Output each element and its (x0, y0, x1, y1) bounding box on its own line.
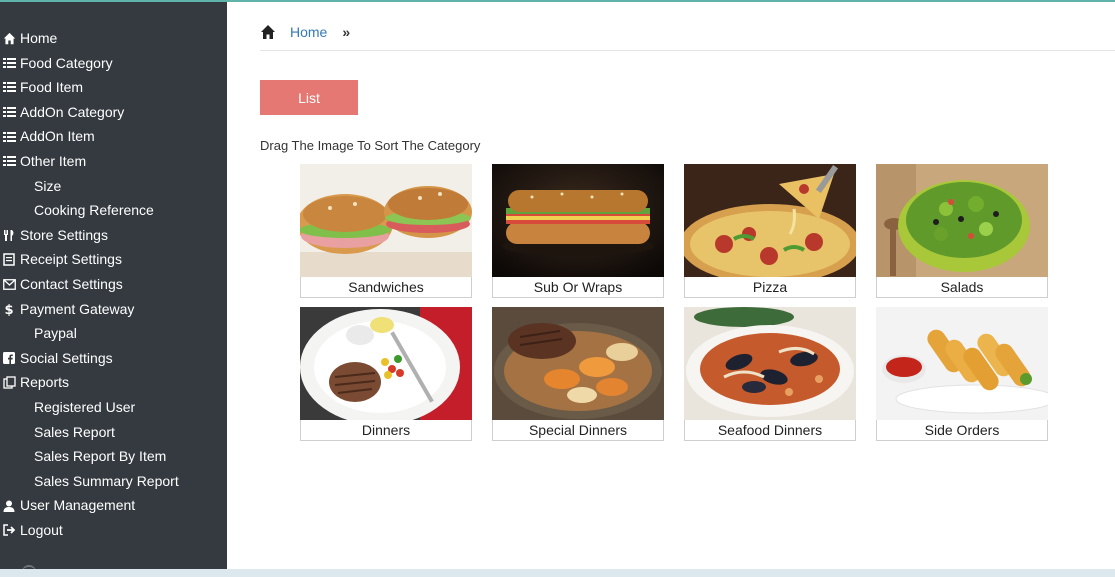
category-tile-seafood-dinners[interactable]: Seafood Dinners (684, 307, 856, 442)
special-dinner-photo (492, 307, 664, 420)
category-grid: Sandwiches Sub Or Wraps Pizza Salads Din… (300, 164, 1060, 444)
receipt-icon (1, 247, 17, 272)
main-content: Home » List Drag The Image To Sort The C… (227, 2, 1115, 569)
sidebar-item-size[interactable]: Size (0, 174, 227, 199)
sub-wrap-photo (492, 164, 664, 277)
sidebar-item-home[interactable]: Home (0, 26, 227, 51)
sidebar-item-sales-summary-report[interactable]: Sales Summary Report (0, 469, 227, 494)
category-tile-dinners[interactable]: Dinners (300, 307, 472, 442)
list-icon (1, 100, 17, 125)
sidebar-item-food-item[interactable]: Food Item (0, 75, 227, 100)
sidebar-item-paypal[interactable]: Paypal (0, 321, 227, 346)
list-icon (1, 124, 17, 149)
category-label: Sandwiches (300, 277, 472, 298)
sidebar: Home Food Category Food Item AddOn Categ… (0, 2, 227, 569)
list-icon (1, 51, 17, 76)
sidebar-item-payment-gateway[interactable]: $ Payment Gateway (0, 297, 227, 322)
envelope-icon (1, 272, 17, 297)
bottom-bar (0, 569, 1115, 577)
sidebar-item-receipt-settings[interactable]: Receipt Settings (0, 247, 227, 272)
category-label: Pizza (684, 277, 856, 298)
category-tile-sub-or-wraps[interactable]: Sub Or Wraps (492, 164, 664, 299)
reports-icon (1, 370, 17, 395)
salad-photo (876, 164, 1048, 277)
side-orders-photo (876, 307, 1048, 420)
sidebar-item-registered-user[interactable]: Registered User (0, 395, 227, 420)
dollar-icon: $ (1, 297, 17, 322)
sidebar-item-reports[interactable]: Reports (0, 370, 227, 395)
list-icon (1, 149, 17, 174)
category-label: Seafood Dinners (684, 420, 856, 441)
sidebar-item-contact-settings[interactable]: Contact Settings (0, 272, 227, 297)
pizza-photo (684, 164, 856, 277)
sidebar-item-food-category[interactable]: Food Category (0, 51, 227, 76)
sidebar-item-addon-category[interactable]: AddOn Category (0, 100, 227, 125)
category-label: Sub Or Wraps (492, 277, 664, 298)
sandwiches-photo (300, 164, 472, 277)
sidebar-nav: Home Food Category Food Item AddOn Categ… (0, 26, 227, 542)
category-tile-salads[interactable]: Salads (876, 164, 1048, 299)
sort-hint-text: Drag The Image To Sort The Category (260, 138, 481, 153)
logout-icon (1, 518, 17, 543)
sidebar-item-sales-report-by-item[interactable]: Sales Report By Item (0, 444, 227, 469)
breadcrumb-home-link[interactable]: Home (290, 24, 327, 40)
category-label: Dinners (300, 420, 472, 441)
sidebar-item-store-settings[interactable]: Store Settings (0, 223, 227, 248)
svg-text:$: $ (4, 303, 13, 316)
sidebar-item-user-management[interactable]: User Management (0, 493, 227, 518)
category-label: Special Dinners (492, 420, 664, 441)
list-icon (1, 75, 17, 100)
list-button[interactable]: List (260, 80, 358, 115)
sidebar-item-cooking-reference[interactable]: Cooking Reference (0, 198, 227, 223)
breadcrumb-separator: » (342, 24, 351, 40)
sidebar-item-addon-item[interactable]: AddOn Item (0, 124, 227, 149)
breadcrumb: Home » (260, 20, 350, 44)
sidebar-item-sales-report[interactable]: Sales Report (0, 420, 227, 445)
breadcrumb-divider (260, 50, 1115, 51)
category-tile-pizza[interactable]: Pizza (684, 164, 856, 299)
category-label: Salads (876, 277, 1048, 298)
home-icon[interactable] (260, 24, 276, 40)
cutlery-icon (1, 223, 17, 248)
home-icon (1, 26, 17, 51)
sidebar-item-logout[interactable]: Logout (0, 518, 227, 543)
user-icon (1, 493, 17, 518)
seafood-photo (684, 307, 856, 420)
dinner-photo (300, 307, 472, 420)
category-tile-side-orders[interactable]: Side Orders (876, 307, 1048, 442)
category-tile-sandwiches[interactable]: Sandwiches (300, 164, 472, 299)
sidebar-item-social-settings[interactable]: Social Settings (0, 346, 227, 371)
sidebar-item-other-item[interactable]: Other Item (0, 149, 227, 174)
facebook-icon (1, 346, 17, 371)
category-tile-special-dinners[interactable]: Special Dinners (492, 307, 664, 442)
category-label: Side Orders (876, 420, 1048, 441)
